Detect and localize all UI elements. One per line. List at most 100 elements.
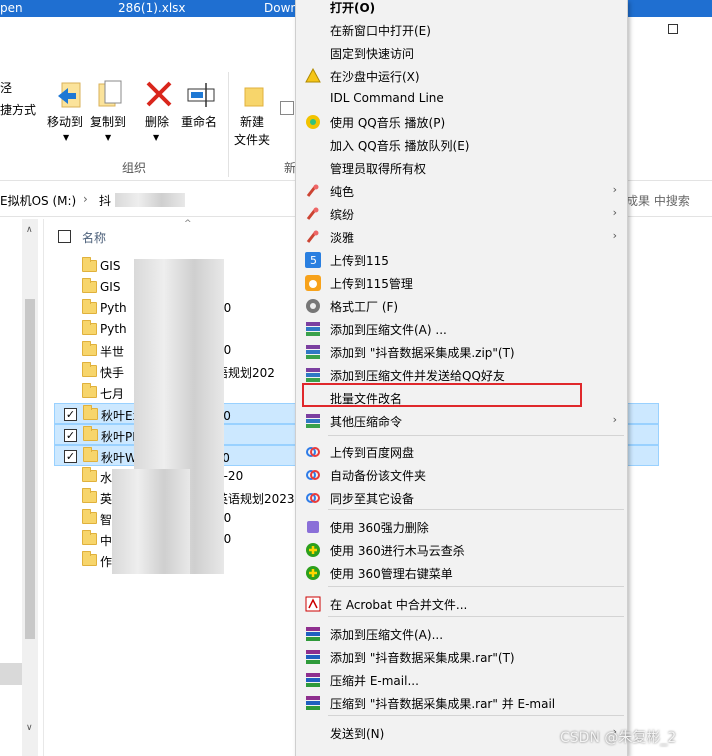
file-name: 智: [100, 513, 113, 527]
rename-button[interactable]: 重命名: [181, 113, 217, 131]
row-checkbox[interactable]: ✓: [64, 450, 77, 463]
menu-item[interactable]: 添加到压缩文件(A) ...: [296, 317, 627, 340]
menu-item[interactable]: 同步至其它设备: [296, 486, 627, 509]
titlebar-left-text: pen: [0, 1, 23, 15]
menu-item-label: 淡雅: [330, 231, 355, 245]
menu-item-label: 上传到115: [330, 254, 389, 268]
folder-icon: [82, 551, 97, 566]
menu-item[interactable]: 添加到压缩文件(A)...: [296, 622, 627, 645]
copy-to-dropdown-icon[interactable]: ▼: [105, 133, 111, 142]
new-item-icon[interactable]: [280, 101, 294, 115]
maximize-icon[interactable]: [668, 24, 678, 34]
menu-item-label: 在沙盘中运行(X): [330, 70, 420, 84]
new-folder-button-line1[interactable]: 新建: [240, 113, 264, 131]
menu-item[interactable]: 使用 360管理右键菜单: [296, 561, 627, 584]
menu-item[interactable]: 使用 360强力删除: [296, 515, 627, 538]
folder-icon: [83, 405, 98, 420]
format-factory-icon: [305, 298, 321, 314]
sandbox-icon: [305, 68, 321, 84]
folder-icon: [82, 320, 97, 335]
copy-to-button[interactable]: 复制到: [90, 113, 126, 131]
menu-item[interactable]: 5 上传到115: [296, 248, 627, 271]
file-name: 作: [100, 555, 113, 569]
move-to-dropdown-icon[interactable]: ▼: [63, 133, 69, 142]
menu-item-label: 添加到 "抖音数据采集成果.rar"(T): [330, 651, 515, 665]
menu-item[interactable]: 淡雅 ›: [296, 225, 627, 248]
file-name: 中: [100, 534, 113, 548]
nav-pane-scrollbar[interactable]: ∧ ∨: [22, 219, 38, 756]
menu-item-label: 打开(O): [330, 1, 376, 15]
menu-item-label: 固定到快速访问: [330, 47, 415, 61]
menu-item[interactable]: 上传到115管理: [296, 271, 627, 294]
archive-icon: [305, 321, 321, 337]
menu-item[interactable]: 管理员取得所有权: [296, 156, 627, 179]
folder-icon: [82, 467, 97, 482]
menu-item[interactable]: 压缩到 "抖音数据采集成果.rar" 并 E-mail: [296, 691, 627, 714]
breadcrumb-folder[interactable]: 抖: [99, 192, 111, 209]
scroll-up-icon[interactable]: ∧: [26, 225, 33, 235]
menu-item[interactable]: 加入 QQ音乐 播放队列(E): [296, 133, 627, 156]
file-name: Pyth: [100, 322, 127, 336]
column-header-name[interactable]: 名称: [82, 229, 106, 246]
menu-item[interactable]: 格式工厂 (F): [296, 294, 627, 317]
menu-item[interactable]: 自动备份该文件夹: [296, 463, 627, 486]
move-to-icon: [56, 82, 82, 110]
folder-icon: [83, 447, 98, 462]
row-checkbox[interactable]: ✓: [64, 408, 77, 421]
search-box-placeholder[interactable]: 成果 中搜索: [626, 192, 690, 209]
move-to-button[interactable]: 移动到: [47, 113, 83, 131]
menu-item[interactable]: 添加到 "抖音数据采集成果.zip"(T): [296, 340, 627, 363]
brush-icon: [305, 206, 321, 222]
menu-item[interactable]: 使用 360进行木马云查杀: [296, 538, 627, 561]
nav-scroll-thumb[interactable]: [25, 299, 35, 639]
titlebar-right-text: Down: [264, 1, 299, 15]
brush-icon: [305, 229, 321, 245]
menu-item[interactable]: 其他压缩命令 ›: [296, 409, 627, 432]
menu-item-label: 上传到百度网盘: [330, 446, 415, 460]
rar-icon: [305, 626, 321, 642]
menu-item[interactable]: 打开(O): [296, 0, 627, 18]
menu-item[interactable]: 缤纷 ›: [296, 202, 627, 225]
menu-item[interactable]: 使用 QQ音乐 播放(P): [296, 110, 627, 133]
menu-item-label: 压缩到 "抖音数据采集成果.rar" 并 E-mail: [330, 697, 556, 711]
menu-item-label: 添加到压缩文件并发送给QQ好友: [330, 369, 505, 383]
menu-separator: [328, 715, 624, 716]
menu-item-label: 缤纷: [330, 208, 355, 222]
context-menu: 打开(O) 在新窗口中打开(E) 固定到快速访问 在沙盘中运行(X) IDL Comma…: [295, 0, 628, 756]
submenu-arrow-icon: ›: [612, 413, 617, 426]
titlebar-file-tab[interactable]: 286(1).xlsx: [118, 1, 186, 15]
breadcrumb-chevron-icon: ›: [83, 192, 88, 206]
scroll-down-icon[interactable]: ∨: [26, 723, 33, 733]
row-checkbox[interactable]: ✓: [64, 429, 77, 442]
menu-item[interactable]: IDL Command Line: [296, 87, 627, 110]
menu-item[interactable]: 在 Acrobat 中合并文件...: [296, 592, 627, 615]
menu-item[interactable]: 在新窗口中打开(E): [296, 18, 627, 41]
ribbon-left-label: 泾: [0, 81, 13, 95]
menu-item[interactable]: 在沙盘中运行(X): [296, 64, 627, 87]
select-all-checkbox[interactable]: [58, 230, 71, 243]
new-folder-button-line2[interactable]: 文件夹: [234, 131, 270, 149]
breadcrumb-drive[interactable]: E拟机OS (M:): [0, 192, 76, 209]
redacted-area-2: [112, 469, 190, 574]
menu-item[interactable]: 添加到 "抖音数据采集成果.rar"(T): [296, 645, 627, 668]
menu-item[interactable]: 压缩并 E-mail...: [296, 668, 627, 691]
brush-icon: [305, 183, 321, 199]
menu-item[interactable]: 固定到快速访问: [296, 41, 627, 64]
menu-item-label: 在 Acrobat 中合并文件...: [330, 598, 468, 612]
menu-item[interactable]: 纯色 ›: [296, 179, 627, 202]
folder-icon: [82, 488, 97, 503]
folder-icon: [82, 383, 97, 398]
folder-icon: [82, 362, 97, 377]
menu-item-label: 纯色: [330, 185, 355, 199]
ribbon-shortcut-label[interactable]: 捷方式: [0, 101, 36, 119]
menu-item-label: 自动备份该文件夹: [330, 469, 427, 483]
file-name: GIS: [100, 259, 121, 273]
copy-to-icon: [97, 80, 123, 110]
archive-icon: [305, 413, 321, 429]
delete-dropdown-icon[interactable]: ▼: [153, 133, 159, 142]
delete-button[interactable]: 删除: [145, 113, 169, 131]
menu-item[interactable]: 上传到百度网盘: [296, 440, 627, 463]
new-folder-icon: [243, 80, 265, 110]
submenu-arrow-icon: ›: [612, 206, 617, 219]
rar-icon: [305, 672, 321, 688]
